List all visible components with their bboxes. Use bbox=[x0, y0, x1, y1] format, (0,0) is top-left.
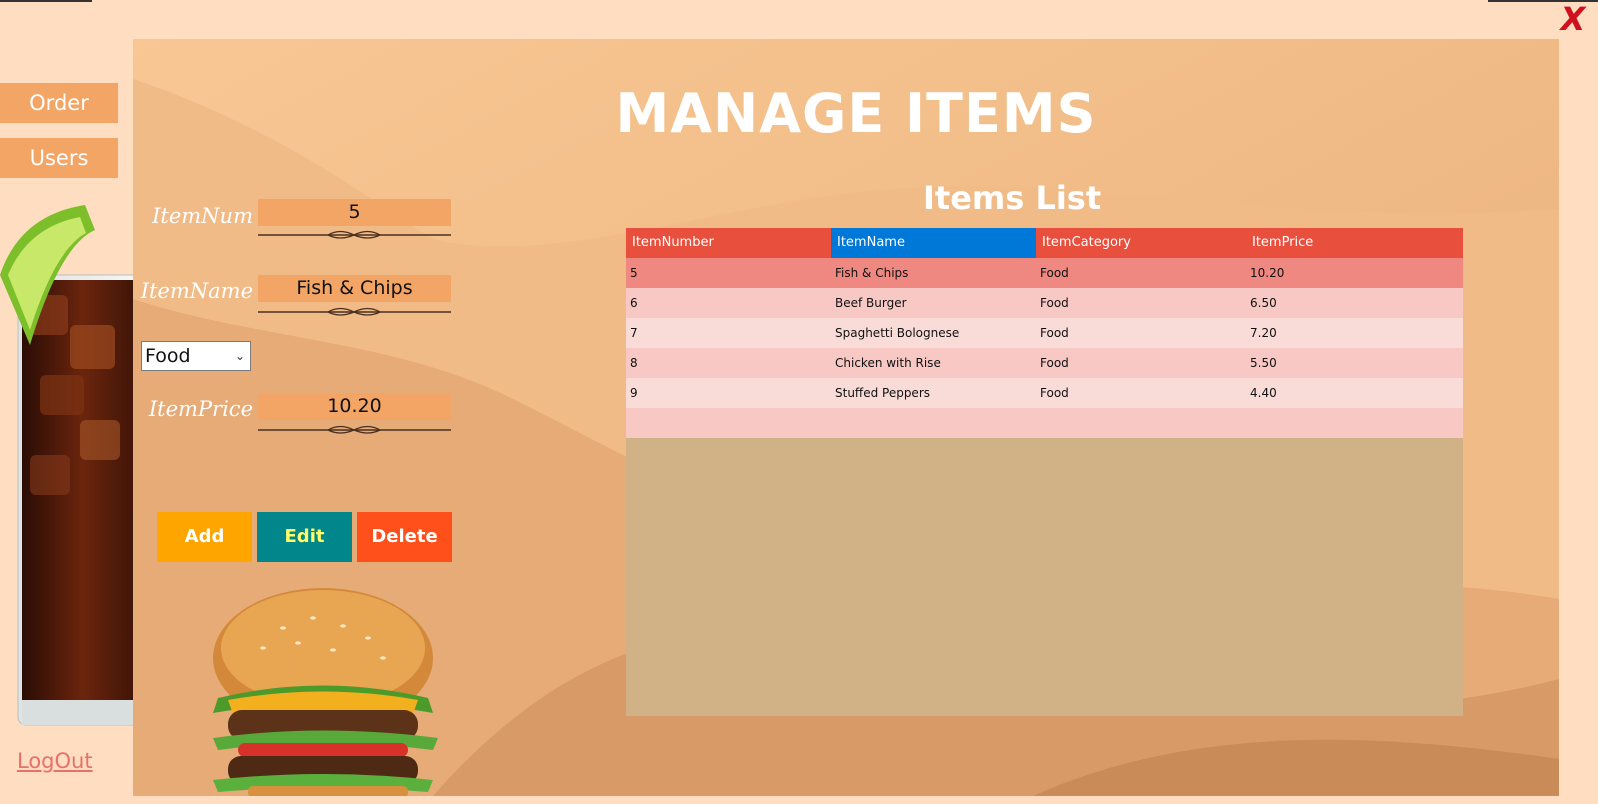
top-divider-left bbox=[0, 0, 92, 2]
cell-itemprice: 10.20 bbox=[1250, 266, 1285, 280]
column-header-itemname[interactable]: ItemName bbox=[831, 228, 1036, 258]
cell-itemnumber: 6 bbox=[630, 296, 638, 310]
cell-itemcategory: Food bbox=[1040, 266, 1069, 280]
item-name-input[interactable]: Fish & Chips bbox=[258, 275, 451, 302]
item-num-underline-ornament bbox=[258, 230, 451, 239]
cell-itemprice: 6.50 bbox=[1250, 296, 1277, 310]
cell-itemnumber: 8 bbox=[630, 356, 638, 370]
item-name-underline-ornament bbox=[258, 307, 451, 316]
item-num-label: ItemNum bbox=[152, 204, 253, 228]
grid-header-row: ItemNumber ItemName ItemCategory ItemPri… bbox=[626, 228, 1463, 258]
cell-itemname: Chicken with Rise bbox=[835, 356, 941, 370]
item-name-label: ItemName bbox=[140, 279, 253, 303]
item-price-input[interactable]: 10.20 bbox=[258, 393, 451, 420]
cell-itemprice: 5.50 bbox=[1250, 356, 1277, 370]
cell-itemcategory: Food bbox=[1040, 326, 1069, 340]
cell-itemnumber: 9 bbox=[630, 386, 638, 400]
table-row-new[interactable] bbox=[626, 408, 1463, 438]
table-row[interactable]: 8 Chicken with Rise Food 5.50 bbox=[626, 348, 1463, 378]
cola-drink-image bbox=[0, 205, 133, 735]
chevron-down-icon: ⌄ bbox=[234, 349, 245, 363]
logout-link[interactable]: LogOut bbox=[17, 749, 93, 773]
cell-itemcategory: Food bbox=[1040, 296, 1069, 310]
column-header-itemnumber[interactable]: ItemNumber bbox=[626, 228, 831, 258]
close-x-icon[interactable]: X bbox=[1558, 2, 1588, 36]
delete-button[interactable]: Delete bbox=[357, 512, 452, 562]
item-category-select[interactable]: Food ⌄ bbox=[141, 341, 251, 371]
table-row[interactable]: 5 Fish & Chips Food 10.20 bbox=[626, 258, 1463, 288]
items-list-title: Items List bbox=[923, 179, 1102, 217]
items-data-grid[interactable]: ItemNumber ItemName ItemCategory ItemPri… bbox=[626, 228, 1463, 716]
cell-itemprice: 7.20 bbox=[1250, 326, 1277, 340]
table-row[interactable]: 7 Spaghetti Bolognese Food 7.20 bbox=[626, 318, 1463, 348]
item-num-input[interactable]: 5 bbox=[258, 199, 451, 226]
column-header-itemprice[interactable]: ItemPrice bbox=[1246, 228, 1463, 258]
order-nav-button[interactable]: Order bbox=[0, 83, 118, 123]
table-row[interactable]: 9 Stuffed Peppers Food 4.40 bbox=[626, 378, 1463, 408]
page-title: Manage Items bbox=[615, 82, 1097, 145]
manage-items-panel: Manage Items ItemNum 5 ItemName Fish & C… bbox=[133, 39, 1559, 796]
table-row[interactable]: 6 Beef Burger Food 6.50 bbox=[626, 288, 1463, 318]
item-price-label: ItemPrice bbox=[148, 397, 253, 421]
cell-itemname: Spaghetti Bolognese bbox=[835, 326, 960, 340]
cell-itemname: Beef Burger bbox=[835, 296, 907, 310]
cell-itemprice: 4.40 bbox=[1250, 386, 1277, 400]
edit-button[interactable]: Edit bbox=[257, 512, 352, 562]
users-nav-button[interactable]: Users bbox=[0, 138, 118, 178]
item-price-underline-ornament bbox=[258, 425, 451, 434]
burger-image bbox=[213, 588, 438, 796]
add-button[interactable]: Add bbox=[157, 512, 252, 562]
cell-itemcategory: Food bbox=[1040, 356, 1069, 370]
cell-itemname: Fish & Chips bbox=[835, 266, 909, 280]
cell-itemname: Stuffed Peppers bbox=[835, 386, 931, 400]
column-header-itemcategory[interactable]: ItemCategory bbox=[1036, 228, 1246, 258]
cell-itemnumber: 5 bbox=[630, 266, 638, 280]
item-category-value: Food bbox=[145, 345, 191, 367]
cell-itemcategory: Food bbox=[1040, 386, 1069, 400]
cell-itemnumber: 7 bbox=[630, 326, 638, 340]
